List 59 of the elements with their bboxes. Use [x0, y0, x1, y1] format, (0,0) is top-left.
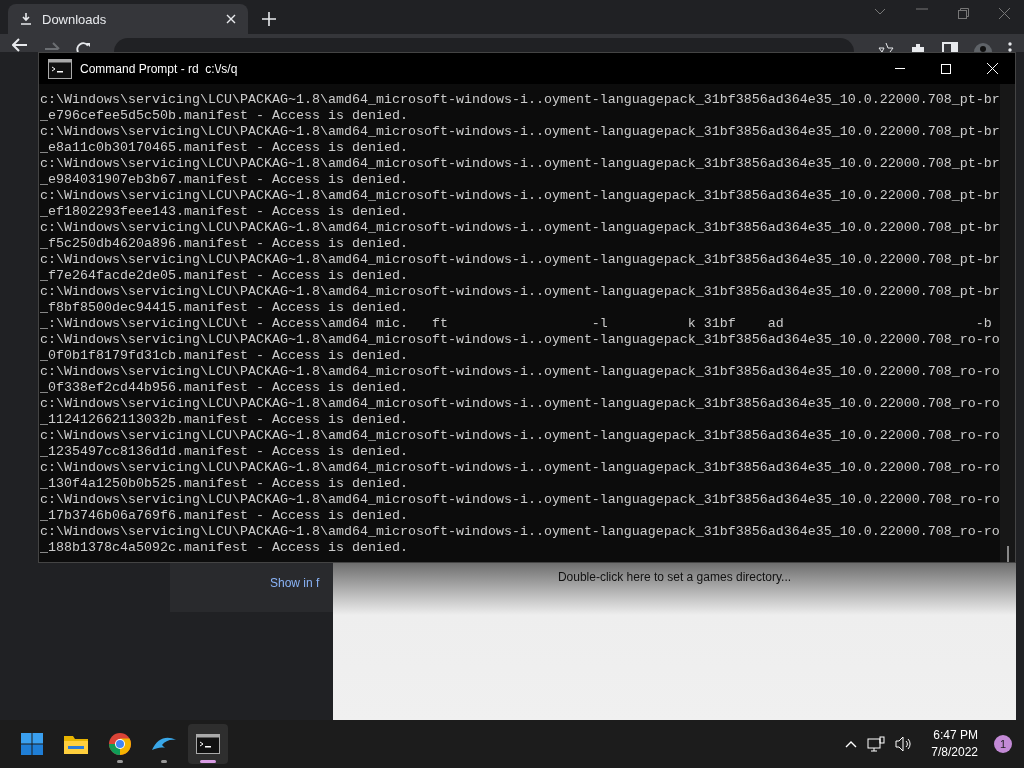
notification-badge[interactable]: 1	[994, 735, 1012, 753]
console-line: _ef1802293feee143.manifest - Access is denied.	[40, 204, 409, 220]
console-line: c:\Windows\servicing\LCU\PACKAG~1.8\amd64_microsoft-windows-i..oyment-languagepack_31bf3856ad364e35_10.0.22000.708_ro-ro	[40, 332, 1000, 348]
new-tab-icon[interactable]	[262, 12, 276, 26]
chevron-up-icon[interactable]	[845, 740, 858, 748]
console-line: _17b3746b06a769f6.manifest - Access is denied.	[40, 508, 409, 524]
folder-icon	[63, 733, 89, 755]
console-line: c:\Windows\servicing\LCU\PACKAG~1.8\amd64_microsoft-windows-i..oyment-languagepack_31bf3856ad364e35_10.0.22000.708_pt-br	[40, 220, 1000, 236]
clock-time[interactable]: 6:47 PM	[933, 727, 978, 744]
chrome-logo-icon	[108, 732, 132, 756]
console-line: _f8bf8500dec94415.manifest - Access is denied.	[40, 300, 409, 316]
console-line: c:\Windows\servicing\LCU\PACKAG~1.8\amd64_microsoft-windows-i..oyment-languagepack_31bf3856ad364e35_10.0.22000.708_pt-br	[40, 124, 1000, 140]
network-icon[interactable]	[867, 736, 886, 752]
console-line: _188b1378c4a5092c.manifest - Access is denied.	[40, 540, 409, 556]
clock-date[interactable]: 7/8/2022	[931, 744, 978, 761]
console-line: c:\Windows\servicing\LCU\PACKAG~1.8\amd64_microsoft-windows-i..oyment-languagepack_31bf3856ad364e35_10.0.22000.708_pt-br	[40, 252, 1000, 268]
console-line: _:\Windows\servicing\LCU\t - Access\amd64 mic. ft -l k 31bf ad -b	[40, 316, 993, 332]
console-line: _1235497cc8136d1d.manifest - Access is denied.	[40, 444, 409, 460]
console-line: c:\Windows\servicing\LCU\PACKAG~1.8\amd64_microsoft-windows-i..oyment-languagepack_31bf3856ad364e35_10.0.22000.708_ro-ro	[40, 524, 1000, 540]
windows-logo-icon	[20, 732, 44, 756]
console-line: c:\Windows\servicing\LCU\PACKAG~1.8\amd64_microsoft-windows-i..oyment-languagepack_31bf3856ad364e35_10.0.22000.708_pt-br	[40, 188, 1000, 204]
chevron-down-icon[interactable]	[874, 7, 886, 16]
console-line: c:\Windows\servicing\LCU\PACKAG~1.8\amd64_microsoft-windows-i..oyment-languagepack_31bf3856ad364e35_10.0.22000.708_ro-ro	[40, 428, 1000, 444]
console-line: _0f0b1f8179fd31cb.manifest - Access is denied.	[40, 348, 409, 364]
console-line: _e796cefee5d5c50b.manifest - Access is denied.	[40, 108, 409, 124]
download-icon	[20, 13, 32, 25]
console-line: c:\Windows\servicing\LCU\PACKAG~1.8\amd64_microsoft-windows-i..oyment-languagepack_31bf3856ad364e35_10.0.22000.708_pt-br	[40, 156, 1000, 172]
maximize-icon	[941, 63, 951, 74]
reload-icon[interactable]	[76, 42, 92, 52]
taskbar-app[interactable]	[188, 724, 228, 764]
console-line: _0f338ef2cd44b956.manifest - Access is denied.	[40, 380, 409, 396]
terminal-icon	[48, 58, 72, 79]
empty-list-message[interactable]: Double-click here to set a games directory...	[557, 570, 792, 586]
console-line: c:\Windows\servicing\LCU\PACKAG~1.8\amd64_microsoft-windows-i..oyment-languagepack_31bf3856ad364e35_10.0.22000.708_ro-ro	[40, 396, 1000, 412]
console-line: c:\Windows\servicing\LCU\PACKAG~1.8\amd64_microsoft-windows-i..oyment-languagepack_31bf3856ad364e35_10.0.22000.708_ro-ro	[40, 492, 1000, 508]
browser-tab[interactable]: Downloads	[8, 4, 248, 34]
back-arrow-icon[interactable]	[12, 38, 28, 52]
window-title: Command Prompt - rd c:\/s/q	[80, 61, 238, 76]
restore-icon[interactable]	[958, 7, 969, 19]
console-line: c:\Windows\servicing\LCU\PACKAG~1.8\amd64_microsoft-windows-i..oyment-languagepack_31bf3856ad364e35_10.0.22000.708_ro-ro	[40, 460, 1000, 476]
volume-icon[interactable]	[895, 736, 914, 752]
console-line: c:\Windows\servicing\LCU\PACKAG~1.8\amd64_microsoft-windows-i..oyment-languagepack_31bf3856ad364e35_10.0.22000.708_pt-br	[40, 92, 1000, 108]
console-line: c:\Windows\servicing\LCU\PACKAG~1.8\amd64_microsoft-windows-i..oyment-languagepack_31bf3856ad364e35_10.0.22000.708_ro-ro	[40, 364, 1000, 380]
scrollbar[interactable]	[999, 84, 1015, 562]
sidebar-icon[interactable]	[942, 42, 958, 52]
close-icon	[986, 63, 998, 74]
console-line: _e984031907eb3b67.manifest - Access is denied.	[40, 172, 409, 188]
console-line: _130f4a1250b0b525.manifest - Access is denied.	[40, 476, 409, 492]
puzzle-icon[interactable]	[910, 42, 926, 52]
console-line: _112412662113032b.manifest - Access is denied.	[40, 412, 409, 428]
console-line: _f7e264facde2de05.manifest - Access is denied.	[40, 268, 409, 284]
terminal-icon	[196, 734, 220, 754]
console-line: c:\Windows\servicing\LCU\PACKAG~1.8\amd64_microsoft-windows-i..oyment-languagepack_31bf3856ad364e35_10.0.22000.708_pt-br	[40, 284, 1000, 300]
show-in-folder-link[interactable]: Show in f	[270, 576, 320, 590]
minimize-icon	[895, 68, 905, 69]
console-line: _e8a11c0b30170465.manifest - Access is denied.	[40, 140, 409, 156]
menu-icon[interactable]	[1008, 42, 1012, 52]
avatar-icon[interactable]	[974, 42, 992, 52]
console-line: _f5c250db4620a896.manifest - Access is denied.	[40, 236, 409, 252]
